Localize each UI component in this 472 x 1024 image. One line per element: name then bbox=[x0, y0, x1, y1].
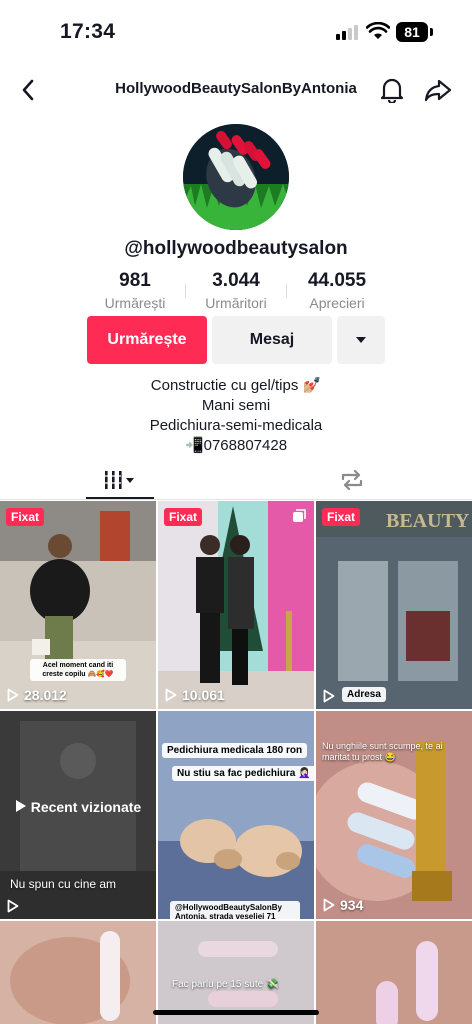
content-tabs bbox=[0, 460, 472, 500]
svg-text:BEAUTY: BEAUTY bbox=[386, 510, 470, 532]
status-time: 17:34 bbox=[60, 20, 116, 43]
stat-followers[interactable]: 3.044 Urmăritori bbox=[186, 270, 286, 311]
video-thumbnail[interactable] bbox=[0, 921, 156, 1024]
profile-bio: Constructie cu gel/tips 💅🏼 Mani semi Ped… bbox=[0, 376, 472, 456]
share-arrow-icon bbox=[424, 79, 452, 102]
stat-likes-value: 44.055 bbox=[307, 270, 367, 291]
profile-stats: 981 Urmărești 3.044 Urmăritori 44.055 Ap… bbox=[0, 270, 472, 314]
stat-likes-label: Aprecieri bbox=[309, 295, 365, 311]
back-button[interactable] bbox=[14, 76, 42, 104]
chevron-left-icon bbox=[22, 79, 34, 101]
battery-tip bbox=[430, 28, 433, 36]
bio-line: Constructie cu gel/tips 💅🏼 bbox=[150, 377, 322, 394]
recently-watched-overlay: Recent vizionate bbox=[0, 799, 156, 816]
play-icon bbox=[323, 898, 335, 912]
view-count-value: 10.061 bbox=[182, 687, 225, 703]
status-bar: 17:34 81 bbox=[0, 0, 472, 60]
video-thumbnail[interactable]: Pedichiura medicala 180 ron Nu stiu sa f… bbox=[158, 711, 314, 919]
recently-watched-label: Recent vizionate bbox=[30, 799, 142, 815]
video-caption: Acel moment cand iti creste copilu 🙈🥰❤️ bbox=[30, 659, 126, 681]
video-thumbnail-image bbox=[0, 921, 156, 1024]
pinned-badge: Fixat bbox=[6, 508, 45, 526]
profile-header: HollywoodBeautySalonByAntonia bbox=[0, 70, 472, 110]
view-count: 934 bbox=[323, 897, 363, 913]
profile-handle: @hollywoodbeautysalon bbox=[124, 238, 348, 259]
stat-followers-label: Urmăritori bbox=[205, 295, 267, 311]
home-indicator bbox=[153, 1010, 319, 1015]
video-caption: Nu stiu sa fac pedichiura 🤦🏻‍♀️ bbox=[172, 766, 314, 781]
video-caption: Nu unghiile sunt scumpe, te ai maritat t… bbox=[322, 741, 443, 762]
view-count bbox=[7, 899, 19, 913]
bell-icon bbox=[380, 78, 404, 103]
video-thumbnail[interactable]: Fixat 10.061 bbox=[158, 501, 314, 709]
caret-down-icon bbox=[356, 337, 366, 343]
video-thumbnail-image bbox=[158, 921, 314, 1024]
video-thumbnail[interactable]: Fixat Acel moment cand iti creste copilu… bbox=[0, 501, 156, 709]
stat-followers-value: 3.044 bbox=[212, 270, 260, 291]
video-thumbnail[interactable]: Recent vizionate Nu spun cu cine am bbox=[0, 711, 156, 919]
video-caption: Nu spun cu cine am bbox=[10, 877, 117, 891]
bio-line: Pedichiura-semi-medicala bbox=[149, 417, 323, 434]
video-thumbnail[interactable]: Fac parlu pe 15 sute 💸 bbox=[158, 921, 314, 1024]
video-thumbnail-image bbox=[158, 501, 314, 709]
video-caption: Adresa bbox=[342, 687, 386, 702]
tab-active-indicator bbox=[86, 497, 154, 499]
pinned-badge: Fixat bbox=[322, 508, 361, 526]
play-icon bbox=[7, 688, 19, 702]
bio-phone[interactable]: 📲0768807428 bbox=[0, 436, 472, 456]
play-icon bbox=[323, 689, 335, 703]
tab-videos[interactable] bbox=[86, 460, 154, 500]
view-count-value: 934 bbox=[340, 897, 364, 913]
follow-button[interactable]: Urmărește bbox=[87, 316, 207, 364]
stat-likes[interactable]: 44.055 Aprecieri bbox=[287, 270, 387, 311]
view-count bbox=[323, 689, 335, 703]
view-count: 10.061 bbox=[165, 687, 225, 703]
video-thumbnail[interactable] bbox=[316, 921, 472, 1024]
share-button[interactable] bbox=[422, 74, 454, 106]
grid-columns-icon bbox=[105, 471, 134, 489]
bio-line: Mani semi bbox=[201, 397, 271, 414]
stat-following-value: 981 bbox=[119, 270, 151, 291]
play-filled-icon bbox=[15, 800, 26, 812]
notification-button[interactable] bbox=[376, 74, 408, 106]
avatar-image bbox=[183, 124, 289, 230]
stat-following-label: Urmărești bbox=[104, 295, 166, 311]
avatar[interactable] bbox=[183, 124, 289, 230]
repost-icon bbox=[341, 469, 363, 491]
video-caption: Fac parlu pe 15 sute 💸 bbox=[172, 979, 279, 990]
tab-reposts[interactable] bbox=[318, 460, 386, 500]
message-button[interactable]: Mesaj bbox=[212, 316, 332, 364]
header-title: HollywoodBeautySalonByAntonia bbox=[115, 80, 357, 97]
pinned-badge: Fixat bbox=[164, 508, 203, 526]
battery-icon: 81 bbox=[396, 22, 428, 42]
video-caption: @HollywoodBeautySalonBy Antonia, strada … bbox=[170, 901, 300, 919]
photo-carousel-icon bbox=[293, 509, 306, 522]
view-count-value: 28.012 bbox=[24, 687, 67, 703]
video-caption: Pedichiura medicala 180 ron bbox=[162, 743, 308, 758]
suggested-accounts-button[interactable] bbox=[337, 316, 385, 364]
video-thumbnail-image: BEAUTY bbox=[316, 501, 472, 709]
video-thumbnail[interactable]: Nu unghiile sunt scumpe, te ai maritat t… bbox=[316, 711, 472, 919]
wifi-icon bbox=[366, 22, 390, 39]
view-count: 28.012 bbox=[7, 687, 67, 703]
play-icon bbox=[165, 688, 177, 702]
stat-following[interactable]: 981 Urmărești bbox=[85, 270, 185, 311]
play-icon bbox=[7, 899, 19, 913]
video-thumbnail[interactable]: BEAUTY Fixat Adresa bbox=[316, 501, 472, 709]
signal-icon bbox=[336, 24, 360, 40]
video-thumbnail-image bbox=[316, 921, 472, 1024]
